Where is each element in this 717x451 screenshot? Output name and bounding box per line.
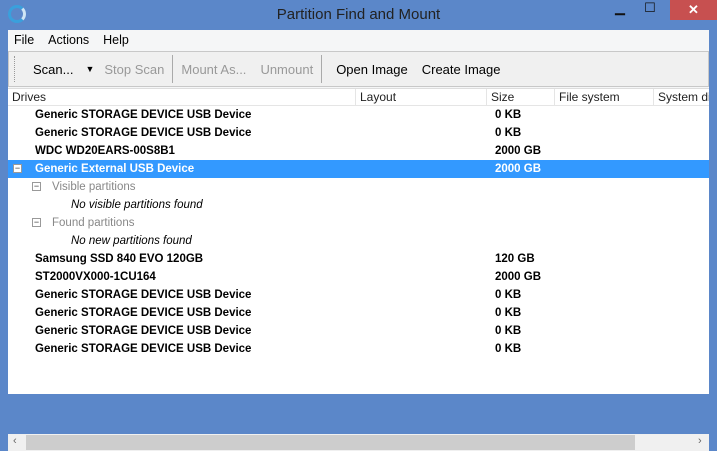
drive-size: 0 KB: [495, 307, 522, 319]
drive-name: WDC WD20EARS-00S8B1: [35, 145, 175, 157]
empty-message-row: No visible partitions found: [8, 196, 709, 214]
drive-name: Generic STORAGE DEVICE USB Device: [35, 343, 252, 355]
title-bar: Partition Find and Mount ▁ ☐ ✕: [0, 0, 717, 30]
drive-size: 2000 GB: [495, 163, 542, 175]
horizontal-scrollbar[interactable]: ‹ ›: [8, 434, 709, 451]
create-image-button[interactable]: Create Image: [422, 62, 501, 77]
drive-name: Samsung SSD 840 EVO 120GB: [35, 253, 204, 265]
toolbar: Scan... ▼ Stop Scan Mount As... Unmount …: [8, 51, 709, 87]
drive-name: Generic STORAGE DEVICE USB Device: [35, 325, 252, 337]
menu-help[interactable]: Help: [103, 33, 129, 47]
menu-file[interactable]: File: [14, 33, 34, 47]
column-size[interactable]: Size: [487, 89, 555, 105]
drive-size: 0 KB: [495, 289, 522, 301]
scroll-left-icon[interactable]: ‹: [13, 435, 17, 447]
drive-name: Generic STORAGE DEVICE USB Device: [35, 109, 252, 121]
drive-row[interactable]: Generic STORAGE DEVICE USB Device 0 KB: [8, 304, 709, 322]
toolbar-separator: [321, 55, 323, 83]
collapse-icon[interactable]: −: [32, 218, 41, 227]
drive-row[interactable]: Samsung SSD 840 EVO 120GB 120 GB: [8, 250, 709, 268]
drive-size: 120 GB: [495, 253, 535, 265]
maximize-button[interactable]: ☐: [635, 0, 665, 20]
toolbar-separator: [172, 55, 174, 83]
drive-name: ST2000VX000-1CU164: [35, 271, 156, 283]
column-file-system[interactable]: File system: [555, 89, 654, 105]
collapse-icon[interactable]: −: [32, 182, 41, 191]
scrollbar-thumb[interactable]: [26, 435, 635, 450]
drive-name: Generic External USB Device: [35, 163, 195, 175]
drive-row[interactable]: Generic STORAGE DEVICE USB Device 0 KB: [8, 340, 709, 358]
drive-row[interactable]: − Generic External USB Device 2000 GB: [8, 160, 709, 178]
client-area: File Actions Help Scan... ▼ Stop Scan Mo…: [8, 30, 709, 451]
empty-message: No visible partitions found: [71, 199, 203, 211]
unmount-button[interactable]: Unmount: [260, 62, 313, 77]
group-label: Visible partitions: [52, 181, 136, 193]
drive-row[interactable]: Generic STORAGE DEVICE USB Device 0 KB: [8, 124, 709, 142]
drive-size: 2000 GB: [495, 145, 542, 157]
stop-scan-button[interactable]: Stop Scan: [104, 62, 164, 77]
drive-row[interactable]: ST2000VX000-1CU164 2000 GB: [8, 268, 709, 286]
open-image-button[interactable]: Open Image: [336, 62, 408, 77]
column-system-disk[interactable]: System disk: [654, 89, 709, 105]
scroll-right-icon[interactable]: ›: [698, 435, 702, 447]
minimize-button[interactable]: ▁: [605, 0, 635, 20]
close-button[interactable]: ✕: [670, 0, 717, 20]
menu-bar: File Actions Help: [8, 30, 709, 50]
drive-size: 0 KB: [495, 325, 522, 337]
empty-message-row: No new partitions found: [8, 232, 709, 250]
scan-dropdown-icon[interactable]: ▼: [85, 64, 94, 74]
drive-name: Generic STORAGE DEVICE USB Device: [35, 127, 252, 139]
collapse-icon[interactable]: −: [13, 164, 22, 173]
column-header: Drives Layout Size File system System di…: [8, 89, 709, 106]
column-drives[interactable]: Drives: [8, 89, 356, 105]
column-layout[interactable]: Layout: [356, 89, 487, 105]
menu-actions[interactable]: Actions: [48, 33, 89, 47]
drive-size: 0 KB: [495, 343, 522, 355]
mount-as-button[interactable]: Mount As...: [181, 62, 246, 77]
drive-row[interactable]: Generic STORAGE DEVICE USB Device 0 KB: [8, 106, 709, 124]
drive-name: Generic STORAGE DEVICE USB Device: [35, 307, 252, 319]
scan-button[interactable]: Scan...: [33, 62, 73, 77]
drive-row[interactable]: Generic STORAGE DEVICE USB Device 0 KB: [8, 322, 709, 340]
drives-tree[interactable]: Drives Layout Size File system System di…: [8, 88, 709, 451]
drive-size: 2000 GB: [495, 271, 542, 283]
drive-name: Generic STORAGE DEVICE USB Device: [35, 289, 252, 301]
drive-row[interactable]: WDC WD20EARS-00S8B1 2000 GB: [8, 142, 709, 160]
partition-group-row[interactable]: − Found partitions: [8, 214, 709, 232]
drive-size: 0 KB: [495, 109, 522, 121]
partition-group-row[interactable]: − Visible partitions: [8, 178, 709, 196]
drive-row[interactable]: Generic STORAGE DEVICE USB Device 0 KB: [8, 286, 709, 304]
group-label: Found partitions: [52, 217, 135, 229]
toolbar-grip[interactable]: [14, 56, 15, 82]
empty-message: No new partitions found: [71, 235, 192, 247]
drive-size: 0 KB: [495, 127, 522, 139]
